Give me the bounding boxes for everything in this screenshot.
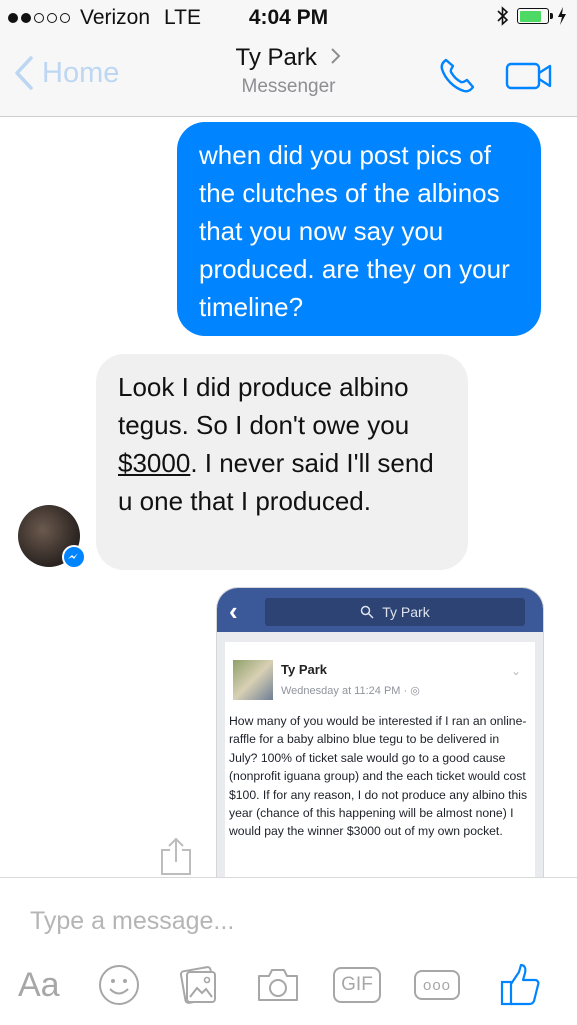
thumbs-up-icon[interactable] bbox=[498, 960, 542, 1010]
bluetooth-icon bbox=[497, 6, 509, 26]
status-bar: Verizon LTE 4:04 PM bbox=[0, 0, 577, 36]
attached-screenshot[interactable]: ‹ Ty Park Ty Park Wednesday at 11:24 PM … bbox=[216, 587, 544, 878]
navigation-bar: Home Ty Park Messenger bbox=[0, 36, 577, 117]
share-icon[interactable] bbox=[158, 836, 194, 876]
globe-icon: ◎ bbox=[410, 685, 420, 697]
charging-bolt-icon bbox=[558, 7, 566, 25]
emoji-icon[interactable] bbox=[97, 960, 141, 1010]
facebook-post: Ty Park Wednesday at 11:24 PM · ◎ ⌄ How … bbox=[225, 642, 535, 878]
poster-avatar bbox=[233, 660, 273, 700]
poster-name: Ty Park bbox=[281, 662, 328, 677]
message-input[interactable] bbox=[28, 898, 552, 944]
post-timestamp: Wednesday at 11:24 PM · ◎ bbox=[281, 685, 420, 697]
clock: 4:04 PM bbox=[248, 6, 329, 29]
status-right bbox=[497, 6, 567, 26]
messenger-badge-icon bbox=[62, 545, 86, 569]
message-composer: Aa GIF ooo bbox=[0, 877, 577, 1025]
incoming-message[interactable]: Look I did produce albino tegus. So I do… bbox=[96, 354, 468, 570]
camera-icon[interactable] bbox=[255, 960, 301, 1010]
call-actions bbox=[437, 56, 553, 96]
amount-link[interactable]: $3000 bbox=[118, 448, 190, 478]
facebook-search-bar: Ty Park bbox=[265, 598, 525, 626]
post-text: How many of you would be interested if I… bbox=[229, 714, 528, 839]
chevron-left-icon: ‹ bbox=[229, 596, 238, 626]
chevron-right-icon bbox=[330, 48, 340, 64]
contact-avatar[interactable] bbox=[18, 505, 86, 569]
phone-icon[interactable] bbox=[437, 56, 477, 96]
facebook-header: ‹ Ty Park bbox=[217, 588, 543, 632]
battery-icon bbox=[517, 8, 553, 24]
gallery-icon[interactable] bbox=[177, 960, 221, 1010]
composer-toolbar: Aa GIF ooo bbox=[0, 960, 577, 1010]
text-format-button[interactable]: Aa bbox=[18, 960, 60, 1010]
more-options-button[interactable]: ooo bbox=[414, 970, 460, 1000]
outgoing-message[interactable]: when did you post pics of the clutches o… bbox=[177, 122, 541, 336]
chevron-down-icon: ⌄ bbox=[510, 664, 521, 678]
search-icon bbox=[361, 605, 374, 619]
gif-button[interactable]: GIF bbox=[333, 967, 381, 1003]
video-camera-icon[interactable] bbox=[505, 61, 553, 91]
